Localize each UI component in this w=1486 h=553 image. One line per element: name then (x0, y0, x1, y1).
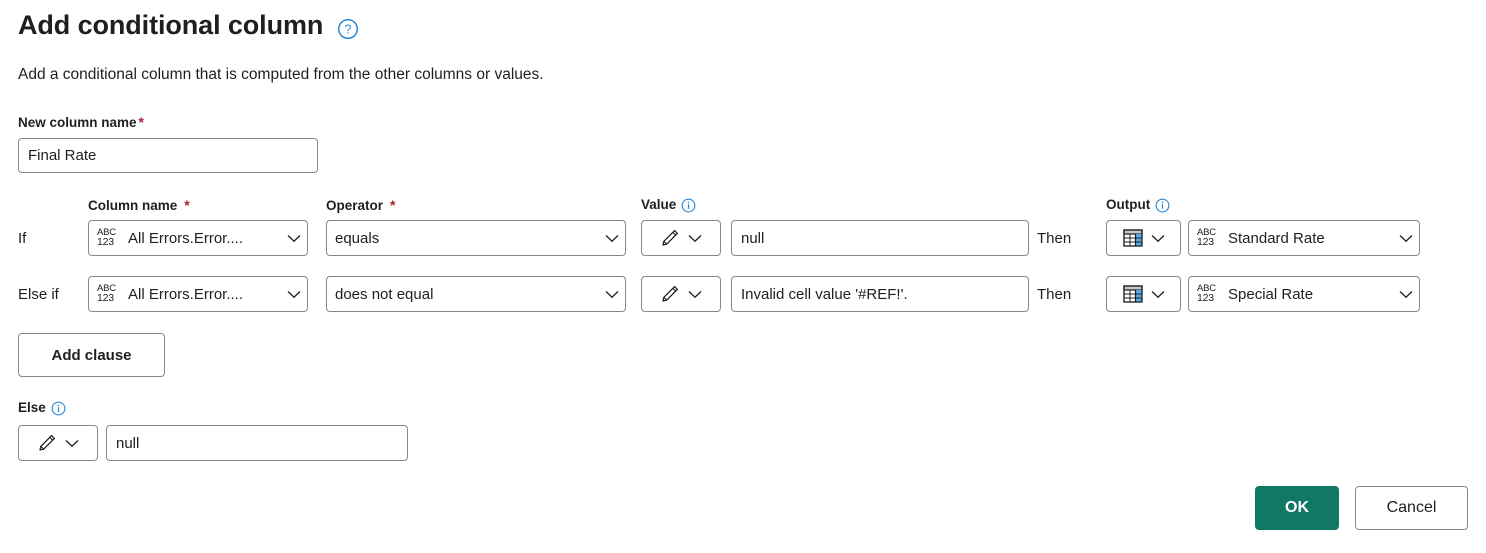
table-column-icon (1123, 229, 1143, 247)
clause-output-value-dropdown[interactable]: ABC123 Standard Rate (1188, 220, 1420, 256)
clause-value-input[interactable] (741, 230, 1019, 247)
clause-column-name-value: All Errors.Error.... (128, 286, 281, 303)
table-column-icon (1123, 285, 1143, 303)
column-header-operator: Operator * (326, 197, 395, 213)
column-header-column-name-text: Column name (88, 198, 177, 213)
clause-value-type-dropdown[interactable] (641, 220, 721, 256)
else-label: Else (18, 400, 66, 415)
clause-column-name-value: All Errors.Error.... (128, 230, 281, 247)
else-value-type-dropdown[interactable] (18, 425, 98, 461)
chevron-down-icon (1151, 290, 1165, 299)
ok-button[interactable]: OK (1255, 486, 1339, 530)
clause-column-name-dropdown[interactable]: ABC123 All Errors.Error.... (88, 276, 308, 312)
clause-output-value: Standard Rate (1228, 230, 1393, 247)
clause-operator-dropdown[interactable]: equals (326, 220, 626, 256)
pencil-icon (660, 228, 680, 248)
clause-output-value-dropdown[interactable]: ABC123 Special Rate (1188, 276, 1420, 312)
chevron-down-icon (1151, 234, 1165, 243)
page-title: Add conditional column (18, 12, 323, 39)
required-marker: * (139, 114, 144, 130)
clause-output-value: Special Rate (1228, 286, 1393, 303)
column-header-value-text: Value (641, 197, 676, 212)
new-column-name-input[interactable] (18, 138, 318, 173)
info-circle-icon[interactable] (51, 401, 66, 416)
clause-output-type-dropdown[interactable] (1106, 276, 1181, 312)
chevron-down-icon (688, 290, 702, 299)
clause-value-type-dropdown[interactable] (641, 276, 721, 312)
dialog-header: Add conditional column ? (18, 12, 359, 39)
dialog-subtitle: Add a conditional column that is compute… (18, 66, 544, 84)
new-column-name-label: New column name* (18, 114, 144, 130)
info-circle-icon[interactable] (681, 198, 696, 213)
info-circle-icon[interactable] (1155, 198, 1170, 213)
clause-value-input[interactable] (741, 286, 1019, 303)
chevron-down-icon (287, 290, 301, 299)
else-label-text: Else (18, 400, 46, 415)
abc-123-icon: ABC123 (97, 284, 119, 304)
else-value-field[interactable] (106, 425, 408, 461)
column-header-output: Output (1106, 197, 1170, 212)
clause-column-name-dropdown[interactable]: ABC123 All Errors.Error.... (88, 220, 308, 256)
abc-123-icon: ABC123 (1197, 228, 1219, 248)
clause-value-field[interactable] (731, 220, 1029, 256)
column-header-column-name: Column name * (88, 197, 190, 213)
clause-value-field[interactable] (731, 276, 1029, 312)
required-marker: * (390, 197, 395, 213)
clause-output-type-dropdown[interactable] (1106, 220, 1181, 256)
chevron-down-icon (65, 439, 79, 448)
help-circle-icon[interactable]: ? (337, 18, 359, 40)
clause-then-label: Then (1037, 286, 1071, 303)
pencil-icon (660, 284, 680, 304)
else-value-input[interactable] (116, 435, 398, 452)
abc-123-icon: ABC123 (1197, 284, 1219, 304)
column-header-value: Value (641, 197, 696, 212)
required-marker: * (184, 197, 189, 213)
add-clause-button[interactable]: Add clause (18, 333, 165, 377)
chevron-down-icon (1399, 234, 1413, 243)
svg-text:?: ? (345, 22, 352, 36)
chevron-down-icon (605, 290, 619, 299)
new-column-name-label-text: New column name (18, 115, 137, 130)
clause-operator-value: equals (335, 230, 599, 247)
clause-then-label: Then (1037, 230, 1071, 247)
column-header-output-text: Output (1106, 197, 1150, 212)
clause-prefix-label: If (18, 230, 26, 247)
chevron-down-icon (287, 234, 301, 243)
abc-123-icon: ABC123 (97, 228, 119, 248)
chevron-down-icon (688, 234, 702, 243)
chevron-down-icon (605, 234, 619, 243)
pencil-icon (37, 433, 57, 453)
clause-operator-value: does not equal (335, 286, 599, 303)
chevron-down-icon (1399, 290, 1413, 299)
clause-operator-dropdown[interactable]: does not equal (326, 276, 626, 312)
clause-prefix-label: Else if (18, 286, 59, 303)
column-header-operator-text: Operator (326, 198, 383, 213)
cancel-button[interactable]: Cancel (1355, 486, 1468, 530)
